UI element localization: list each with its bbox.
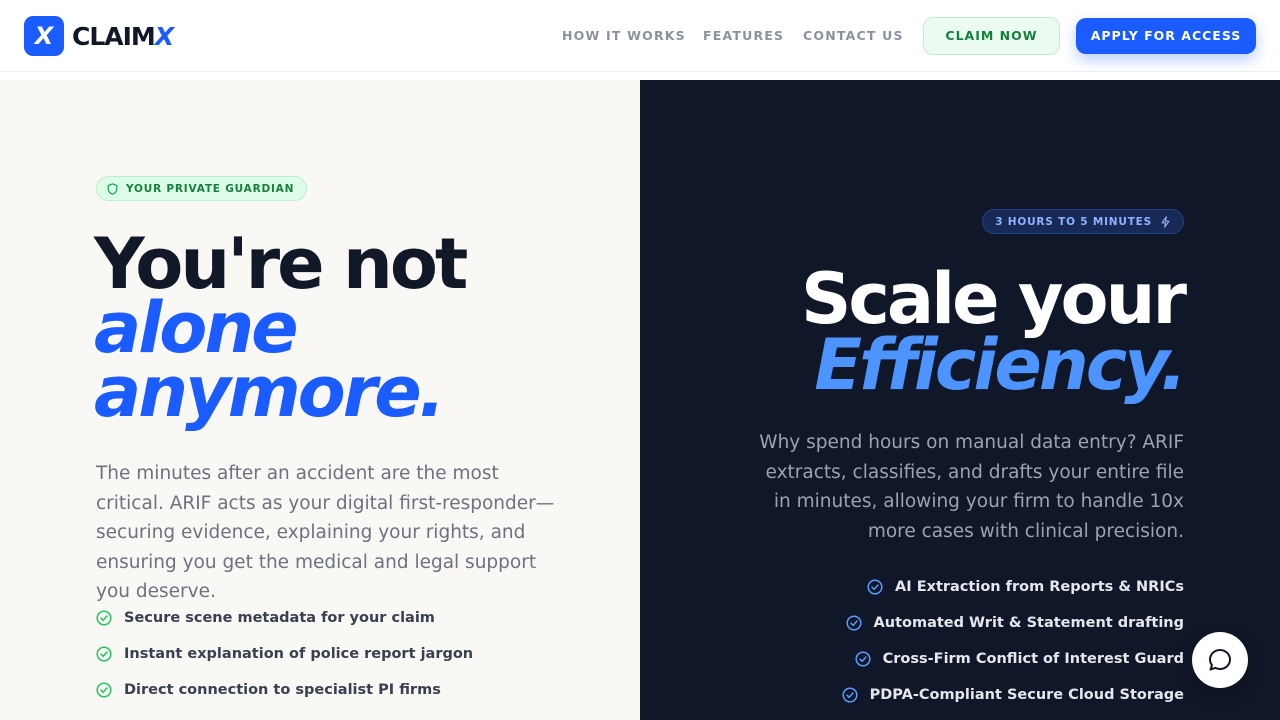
- site-header: X CLAIMX HOW IT WORKS FEATURES CONTACT U…: [0, 0, 1280, 72]
- logo-x-icon: X: [24, 16, 64, 56]
- check-circle-icon: [96, 682, 112, 698]
- left-headline-line3: anymore.: [94, 351, 445, 433]
- check-circle-icon: [867, 579, 883, 595]
- check-circle-icon: [96, 646, 112, 662]
- feature-text: Direct connection to specialist PI firms: [124, 682, 441, 698]
- check-circle-icon: [96, 610, 112, 626]
- list-item: PDPA-Compliant Secure Cloud Storage: [842, 677, 1184, 713]
- feature-text: Automated Writ & Statement drafting: [873, 615, 1184, 631]
- left-feature-list: Secure scene metadata for your claim Ins…: [96, 600, 473, 708]
- nav-features[interactable]: FEATURES: [703, 28, 784, 43]
- check-circle-icon: [842, 687, 858, 703]
- nav-how-it-works[interactable]: HOW IT WORKS: [562, 28, 686, 43]
- list-item: Automated Writ & Statement drafting: [842, 605, 1184, 641]
- brand-logo[interactable]: X CLAIMX: [24, 16, 174, 56]
- right-description: Why spend hours on manual data entry? AR…: [759, 432, 1184, 542]
- left-headline: You're not alone anymore.: [94, 229, 468, 433]
- feature-text: AI Extraction from Reports & NRICs: [895, 579, 1184, 595]
- list-item: Secure scene metadata for your claim: [96, 600, 473, 636]
- shield-icon: [107, 182, 118, 195]
- list-item: Cross-Firm Conflict of Interest Guard: [842, 641, 1184, 677]
- list-item: AI Extraction from Reports & NRICs: [842, 569, 1184, 605]
- chat-bubble-icon: [1209, 649, 1231, 671]
- time-saving-badge: 3 HOURS TO 5 MINUTES: [982, 209, 1184, 234]
- right-headline: Scale your Efficiency.: [801, 264, 1187, 406]
- right-headline-line2: Efficiency.: [814, 324, 1187, 406]
- list-item: Direct connection to specialist PI firms: [96, 672, 473, 708]
- check-circle-icon: [855, 651, 871, 667]
- feature-text: PDPA-Compliant Secure Cloud Storage: [869, 687, 1184, 703]
- lightning-bolt-icon: [1161, 215, 1170, 228]
- feature-text: Secure scene metadata for your claim: [124, 610, 435, 626]
- check-circle-icon: [845, 615, 862, 631]
- nav-contact-us[interactable]: CONTACT US: [803, 28, 904, 43]
- private-guardian-badge: YOUR PRIVATE GUARDIAN: [96, 176, 308, 201]
- feature-text: Instant explanation of police report jar…: [124, 646, 474, 662]
- left-description: The minutes after an accident are the mo…: [96, 463, 555, 602]
- claim-now-button[interactable]: CLAIM NOW: [923, 17, 1060, 55]
- badge-label: 3 HOURS TO 5 MINUTES: [995, 215, 1152, 228]
- feature-text: Cross-Firm Conflict of Interest Guard: [882, 651, 1184, 667]
- list-item: Instant explanation of police report jar…: [96, 636, 473, 672]
- logo-wordmark: CLAIMX: [72, 21, 174, 51]
- chat-button[interactable]: [1192, 632, 1248, 688]
- right-feature-list: AI Extraction from Reports & NRICs Autom…: [842, 569, 1184, 713]
- badge-label: YOUR PRIVATE GUARDIAN: [126, 182, 295, 195]
- logo-accent: X: [154, 21, 174, 51]
- apply-for-access-button[interactable]: APPLY FOR ACCESS: [1076, 18, 1256, 54]
- logo-text: CLAIM: [72, 21, 156, 51]
